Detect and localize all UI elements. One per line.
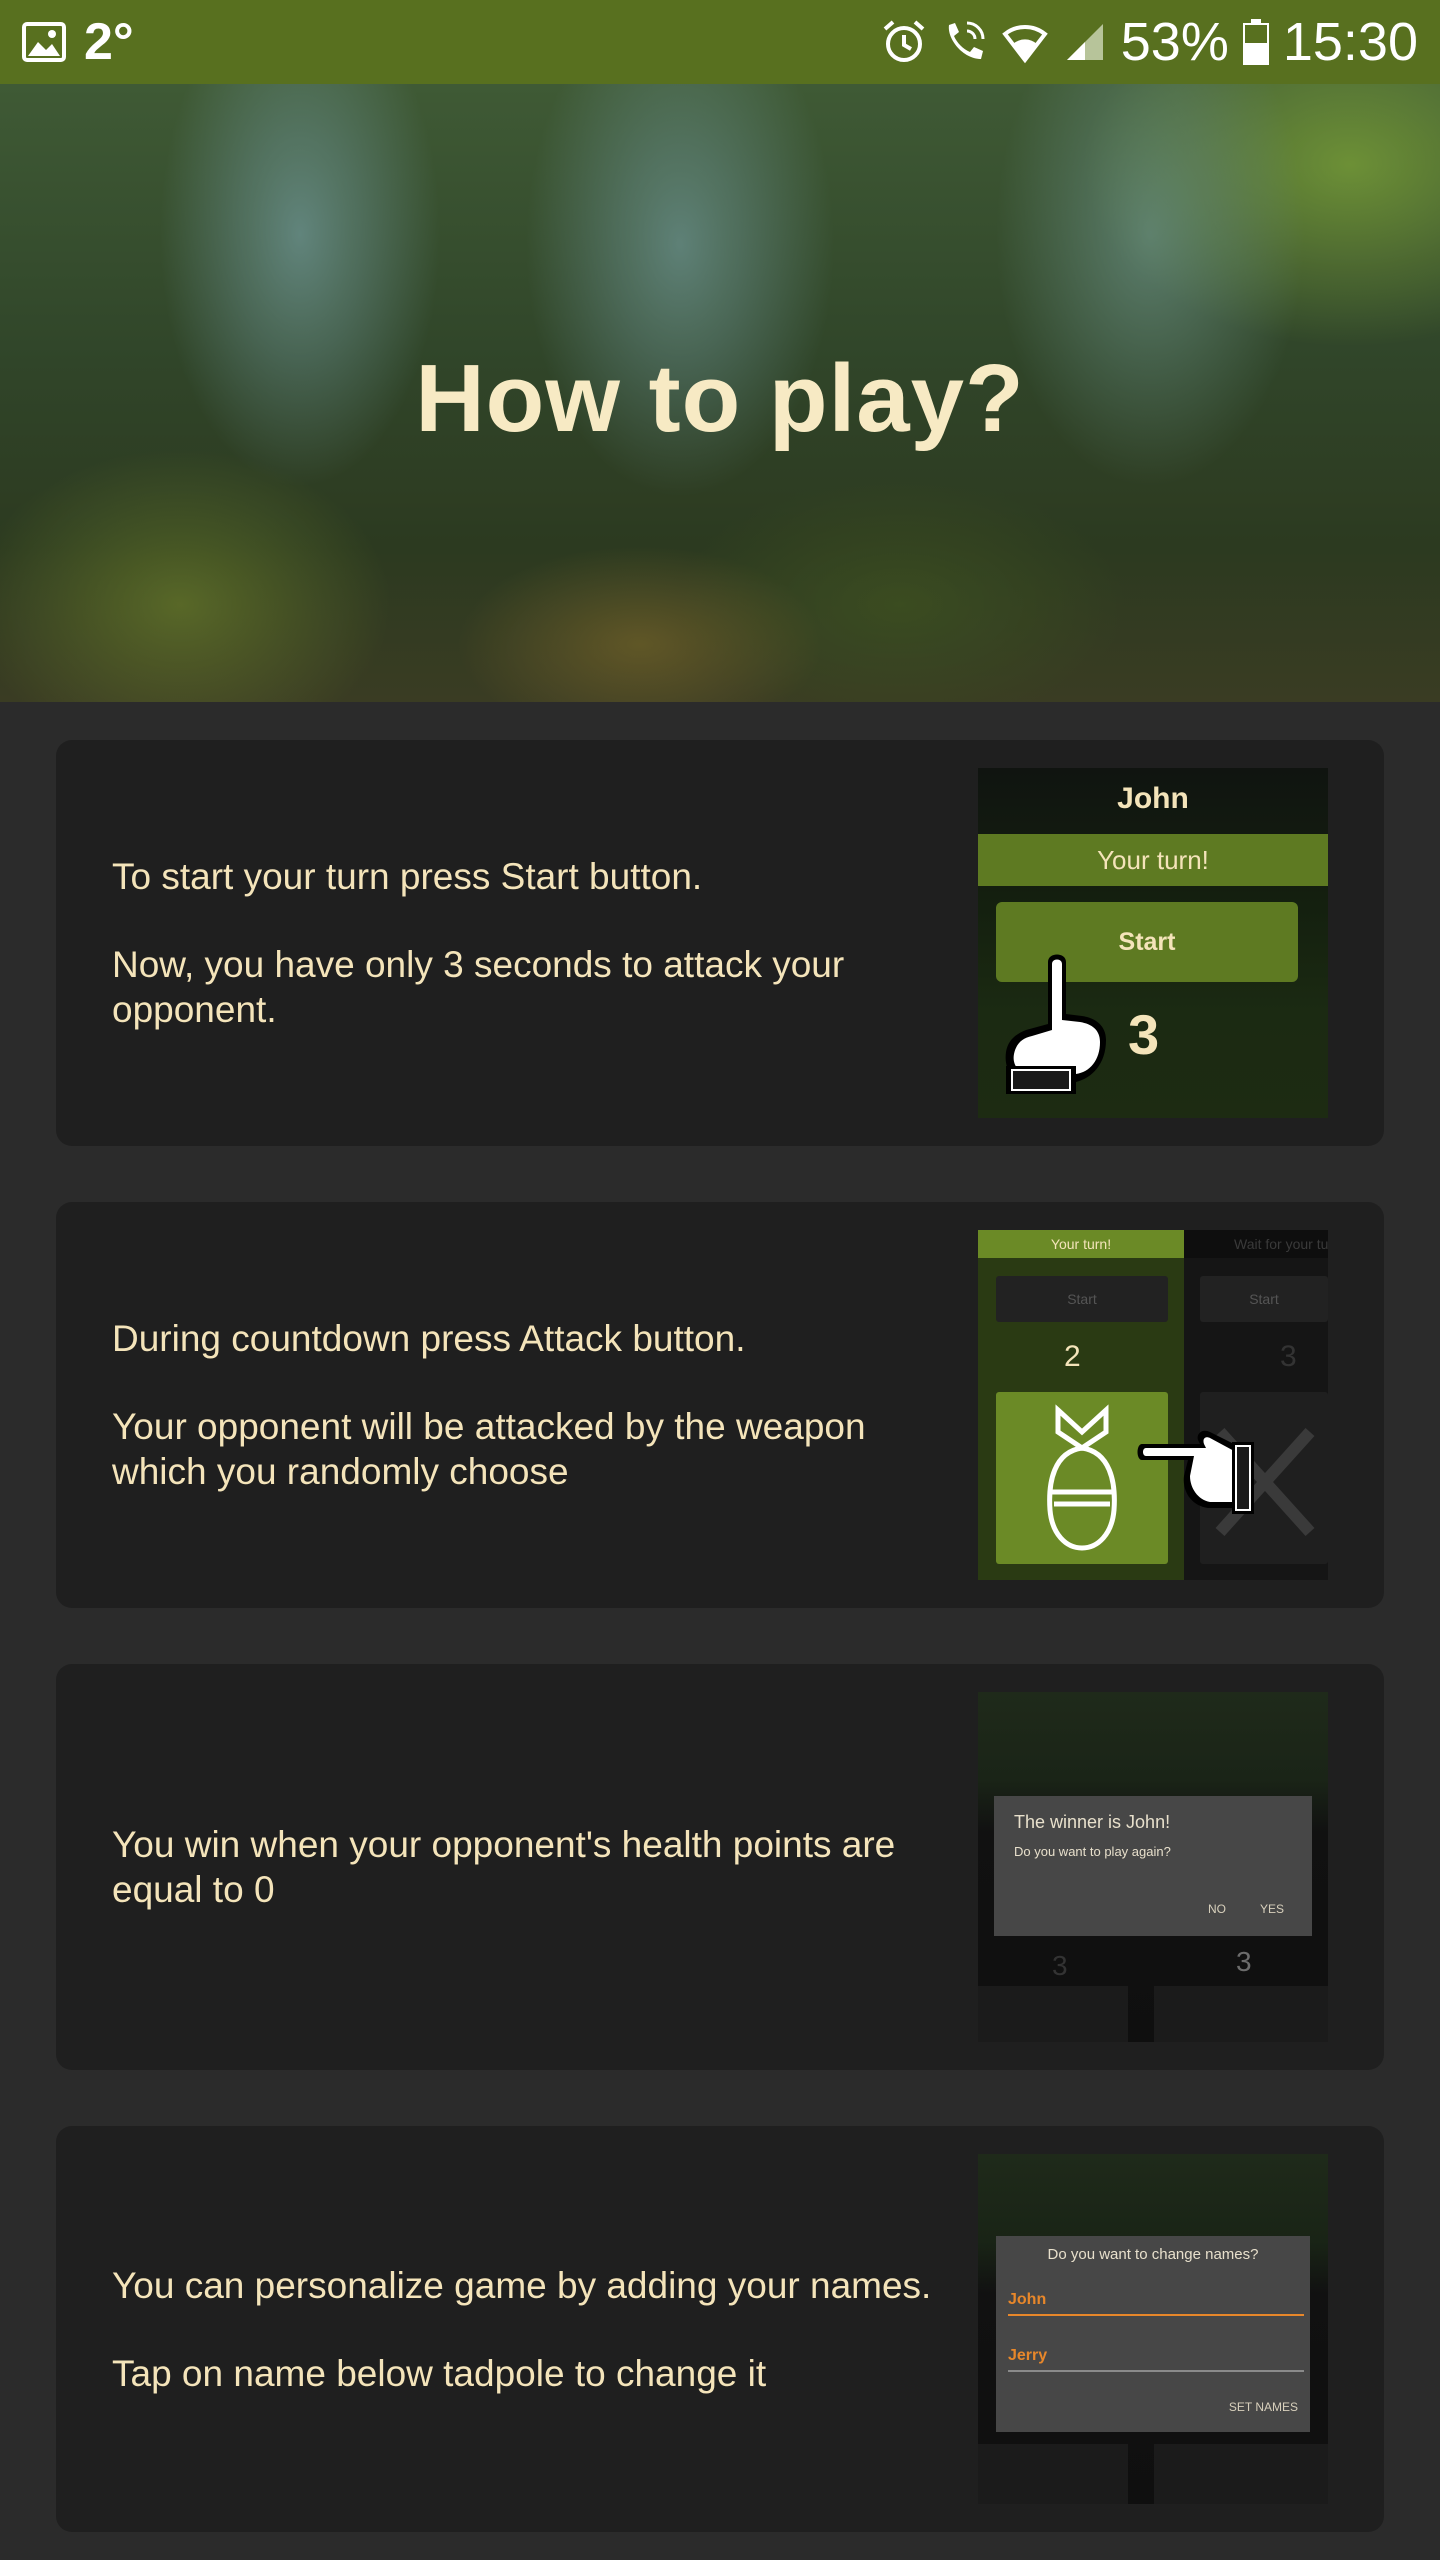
card-paragraph: Tap on name below tadpole to change it [112, 2352, 767, 2394]
screenshot-thumbnail: Your turn! Wait for your tu Start Start … [978, 1230, 1328, 1580]
clock-time: 15:30 [1282, 12, 1418, 72]
card-text: You win when your opponent's health poin… [112, 1664, 932, 2070]
wifi-icon [1001, 20, 1049, 64]
start-button-preview: Start [1200, 1276, 1328, 1322]
countdown-number: 3 [1236, 1946, 1252, 1977]
wifi-call-icon [941, 19, 987, 65]
attack-pane [978, 2444, 1128, 2504]
screenshot-thumbnail: Do you want to change names? John Jerry … [978, 2154, 1328, 2504]
screenshot-thumbnail: John Your turn! Start 3 [978, 768, 1328, 1118]
pointing-hand-icon [1136, 1414, 1256, 1529]
attack-pane [978, 1986, 1128, 2042]
instruction-card-names: You can personalize game by adding your … [56, 2126, 1384, 2532]
status-bar: 2° 53% 15:30 [0, 0, 1440, 84]
battery-percent: 53% [1120, 12, 1229, 72]
attack-pane [1154, 1986, 1328, 2042]
no-button-preview: NO [1208, 1902, 1226, 1916]
card-paragraph: During countdown press Attack button. [112, 1318, 746, 1359]
screenshot-thumbnail: 3 3 The winner is John! Do you want to p… [978, 1692, 1328, 2042]
winner-dialog: The winner is John! Do you want to play … [994, 1796, 1312, 1936]
countdown-number: 2 [1064, 1340, 1081, 1373]
instruction-card-attack: During countdown press Attack button. Yo… [56, 1202, 1384, 1608]
yes-button-preview: YES [1260, 1902, 1285, 1916]
signal-icon [1063, 20, 1107, 64]
turn-bar: Your turn! [978, 834, 1328, 886]
player-name: John [1117, 782, 1189, 815]
name-field-preview: Jerry [1008, 2342, 1304, 2372]
pointing-hand-icon [996, 948, 1116, 1103]
countdown-number: 3 [1052, 1950, 1068, 1981]
card-text: To start your turn press Start button. N… [112, 740, 932, 1146]
page-title: How to play? [415, 345, 1025, 452]
dialog-question: Do you want to play again? [1014, 1844, 1171, 1859]
card-paragraph: You can personalize game by adding your … [112, 2264, 932, 2306]
countdown-number: 3 [1280, 1340, 1297, 1373]
alarm-icon [881, 19, 927, 65]
card-paragraph: Now, you have only 3 seconds to attack y… [112, 944, 845, 1030]
instruction-card-start: To start your turn press Start button. N… [56, 740, 1384, 1146]
countdown-number: 3 [1128, 1003, 1160, 1066]
battery-icon [1242, 19, 1269, 65]
name-field-preview: John [1008, 2286, 1304, 2316]
image-icon [22, 22, 66, 62]
card-text: During countdown press Attack button. Yo… [112, 1202, 932, 1608]
card-text: You can personalize game by adding your … [112, 2126, 932, 2532]
dialog-title: Do you want to change names? [1047, 2246, 1259, 2263]
turn-bar: Your turn! [978, 1230, 1184, 1258]
set-names-button-preview: SET NAMES [1228, 2400, 1298, 2414]
wait-bar: Wait for your tu [1234, 1236, 1328, 1252]
hero-banner: How to play? [0, 84, 1440, 702]
attack-pane [1154, 2444, 1328, 2504]
card-paragraph: To start your turn press Start button. [112, 856, 703, 897]
card-paragraph: Your opponent will be attacked by the we… [112, 1406, 866, 1492]
temperature-text: 2° [84, 13, 134, 71]
instruction-card-win: You win when your opponent's health poin… [56, 1664, 1384, 2070]
card-paragraph: You win when your opponent's health poin… [112, 1824, 896, 1910]
change-names-dialog: Do you want to change names? John Jerry … [996, 2236, 1310, 2432]
start-button-preview: Start [996, 1276, 1168, 1322]
dialog-title: The winner is John! [1014, 1812, 1171, 1832]
